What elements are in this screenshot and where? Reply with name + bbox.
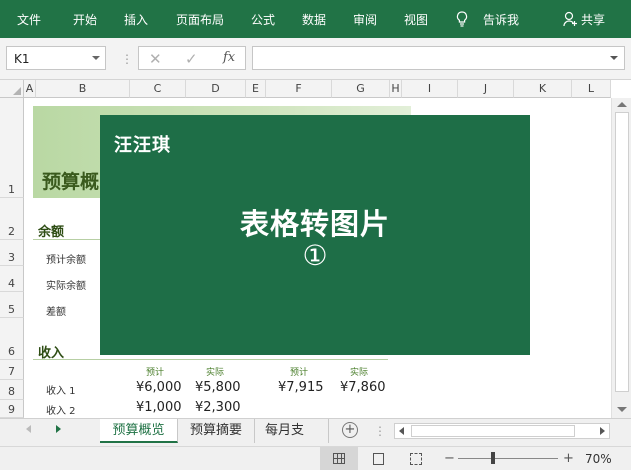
tab-review[interactable]: 审阅 (353, 11, 377, 28)
insert-function-button[interactable]: fx (223, 50, 235, 65)
scroll-thumb[interactable] (615, 112, 629, 392)
cancel-icon[interactable]: ✕ (149, 50, 162, 68)
row-header[interactable]: 4 (0, 266, 24, 292)
col-header-expected: 预计 (290, 368, 309, 378)
name-box[interactable]: K1 (6, 46, 106, 70)
excel-window: 文件 开始 插入 页面布局 公式 数据 审阅 视图 告诉我 共享 K1 ⋮ ✕ … (0, 0, 631, 470)
section-balance: 余额 (38, 225, 65, 240)
lightbulb-icon[interactable] (456, 11, 468, 27)
page-layout-icon[interactable] (373, 453, 384, 465)
overlay-number: ① (302, 239, 328, 272)
formula-input[interactable] (252, 46, 625, 70)
vertical-scrollbar[interactable] (611, 98, 631, 418)
tab-formulas[interactable]: 公式 (251, 11, 275, 28)
cell-value[interactable]: ¥7,915 (278, 380, 324, 395)
row-header[interactable]: 2 (0, 198, 24, 240)
zoom-slider-thumb[interactable] (491, 452, 495, 464)
overlay-card: 汪汪琪 表格转图片 ① (100, 115, 530, 355)
tell-me-box[interactable]: 告诉我 (483, 11, 519, 28)
ribbon-tabs: 文件 开始 插入 页面布局 公式 数据 审阅 视图 告诉我 共享 (0, 0, 631, 38)
row-header[interactable]: 9 (0, 400, 24, 418)
zoom-level[interactable]: 70% (585, 452, 612, 466)
cell-value[interactable]: ¥5,800 (195, 380, 241, 395)
column-header[interactable]: G (332, 80, 390, 98)
scroll-down-icon[interactable] (617, 407, 627, 412)
tab-scroll-left-icon[interactable] (26, 425, 31, 433)
row-header[interactable]: 1 (0, 98, 24, 198)
sheet-title: 预算概 (42, 171, 100, 193)
scroll-up-icon[interactable] (617, 102, 627, 107)
tab-view[interactable]: 视图 (404, 11, 428, 28)
column-header[interactable]: I (402, 80, 458, 98)
column-header[interactable]: E (246, 80, 266, 98)
sheet-tab-budget-summary[interactable]: 预算摘要 (178, 419, 255, 443)
chevron-down-icon[interactable] (92, 56, 100, 60)
label-income-2: 收入 2 (46, 406, 76, 417)
sheet-tabs-bar: 预算概览 预算摘要 每月支 + ⋮ (0, 418, 631, 446)
overlay-title: 表格转图片 (239, 207, 390, 241)
sheet-tab-monthly[interactable]: 每月支 (255, 419, 329, 443)
row-header[interactable]: 3 (0, 240, 24, 266)
tab-home[interactable]: 开始 (73, 11, 97, 28)
brand-logo-text: 汪汪琪 (114, 135, 171, 156)
tab-insert[interactable]: 插入 (124, 11, 148, 28)
scroll-right-icon[interactable] (600, 427, 605, 435)
label-income-1: 收入 1 (46, 386, 76, 397)
add-sheet-icon[interactable]: + (342, 422, 358, 438)
divider (33, 359, 388, 360)
tab-file[interactable]: 文件 (17, 11, 41, 28)
page-break-icon[interactable] (410, 453, 422, 465)
sheet-tab-budget-overview[interactable]: 预算概览 (100, 419, 178, 443)
cell-value[interactable]: ¥2,300 (195, 400, 241, 415)
zoom-in-button[interactable]: + (563, 451, 574, 466)
confirm-icon[interactable]: ✓ (185, 50, 198, 68)
row-header[interactable]: 7 (0, 360, 24, 380)
name-box-value: K1 (14, 52, 30, 66)
drag-handle-icon[interactable]: ⋮ (121, 52, 133, 66)
user-icon[interactable] (563, 11, 578, 27)
formula-buttons: ✕ ✓ fx (138, 46, 246, 70)
drag-handle-icon[interactable]: ⋮ (374, 424, 386, 438)
col-header-expected: 预计 (146, 368, 165, 378)
col-header-actual: 实际 (206, 368, 225, 378)
column-header[interactable]: B (36, 80, 130, 98)
scroll-left-icon[interactable] (399, 427, 404, 435)
cell-value[interactable]: ¥6,000 (136, 380, 182, 395)
formula-bar: K1 ⋮ ✕ ✓ fx (0, 38, 631, 80)
horizontal-scrollbar[interactable] (394, 423, 610, 439)
row-header[interactable]: 6 (0, 318, 24, 360)
cell-value[interactable]: ¥7,860 (340, 380, 386, 395)
grid-view-icon (333, 453, 345, 464)
select-all-corner[interactable] (0, 80, 24, 98)
share-button[interactable]: 共享 (581, 11, 605, 28)
column-header[interactable]: K (514, 80, 572, 98)
tab-data[interactable]: 数据 (302, 11, 326, 28)
column-header[interactable]: J (458, 80, 514, 98)
tab-page-layout[interactable]: 页面布局 (176, 11, 224, 28)
cell-value[interactable]: ¥1,000 (136, 400, 182, 415)
expand-formula-icon[interactable] (610, 56, 618, 60)
row-header[interactable]: 8 (0, 380, 24, 400)
col-header-actual: 实际 (350, 368, 369, 378)
zoom-out-button[interactable]: − (444, 451, 455, 466)
label-expected-balance: 预计余额 (46, 255, 86, 266)
status-bar: − + 70% (0, 446, 631, 470)
column-header[interactable]: D (186, 80, 246, 98)
row-header[interactable]: 5 (0, 292, 24, 318)
column-header[interactable]: L (572, 80, 611, 98)
column-header[interactable]: C (130, 80, 186, 98)
column-header[interactable]: A (24, 80, 36, 98)
hscroll-thumb[interactable] (411, 425, 575, 437)
label-actual-balance: 实际余额 (46, 281, 86, 292)
column-header[interactable]: F (266, 80, 332, 98)
zoom-slider-track[interactable] (458, 458, 558, 459)
label-difference: 差额 (46, 307, 66, 318)
column-header[interactable]: H (390, 80, 402, 98)
tab-scroll-right-icon[interactable] (56, 425, 61, 433)
